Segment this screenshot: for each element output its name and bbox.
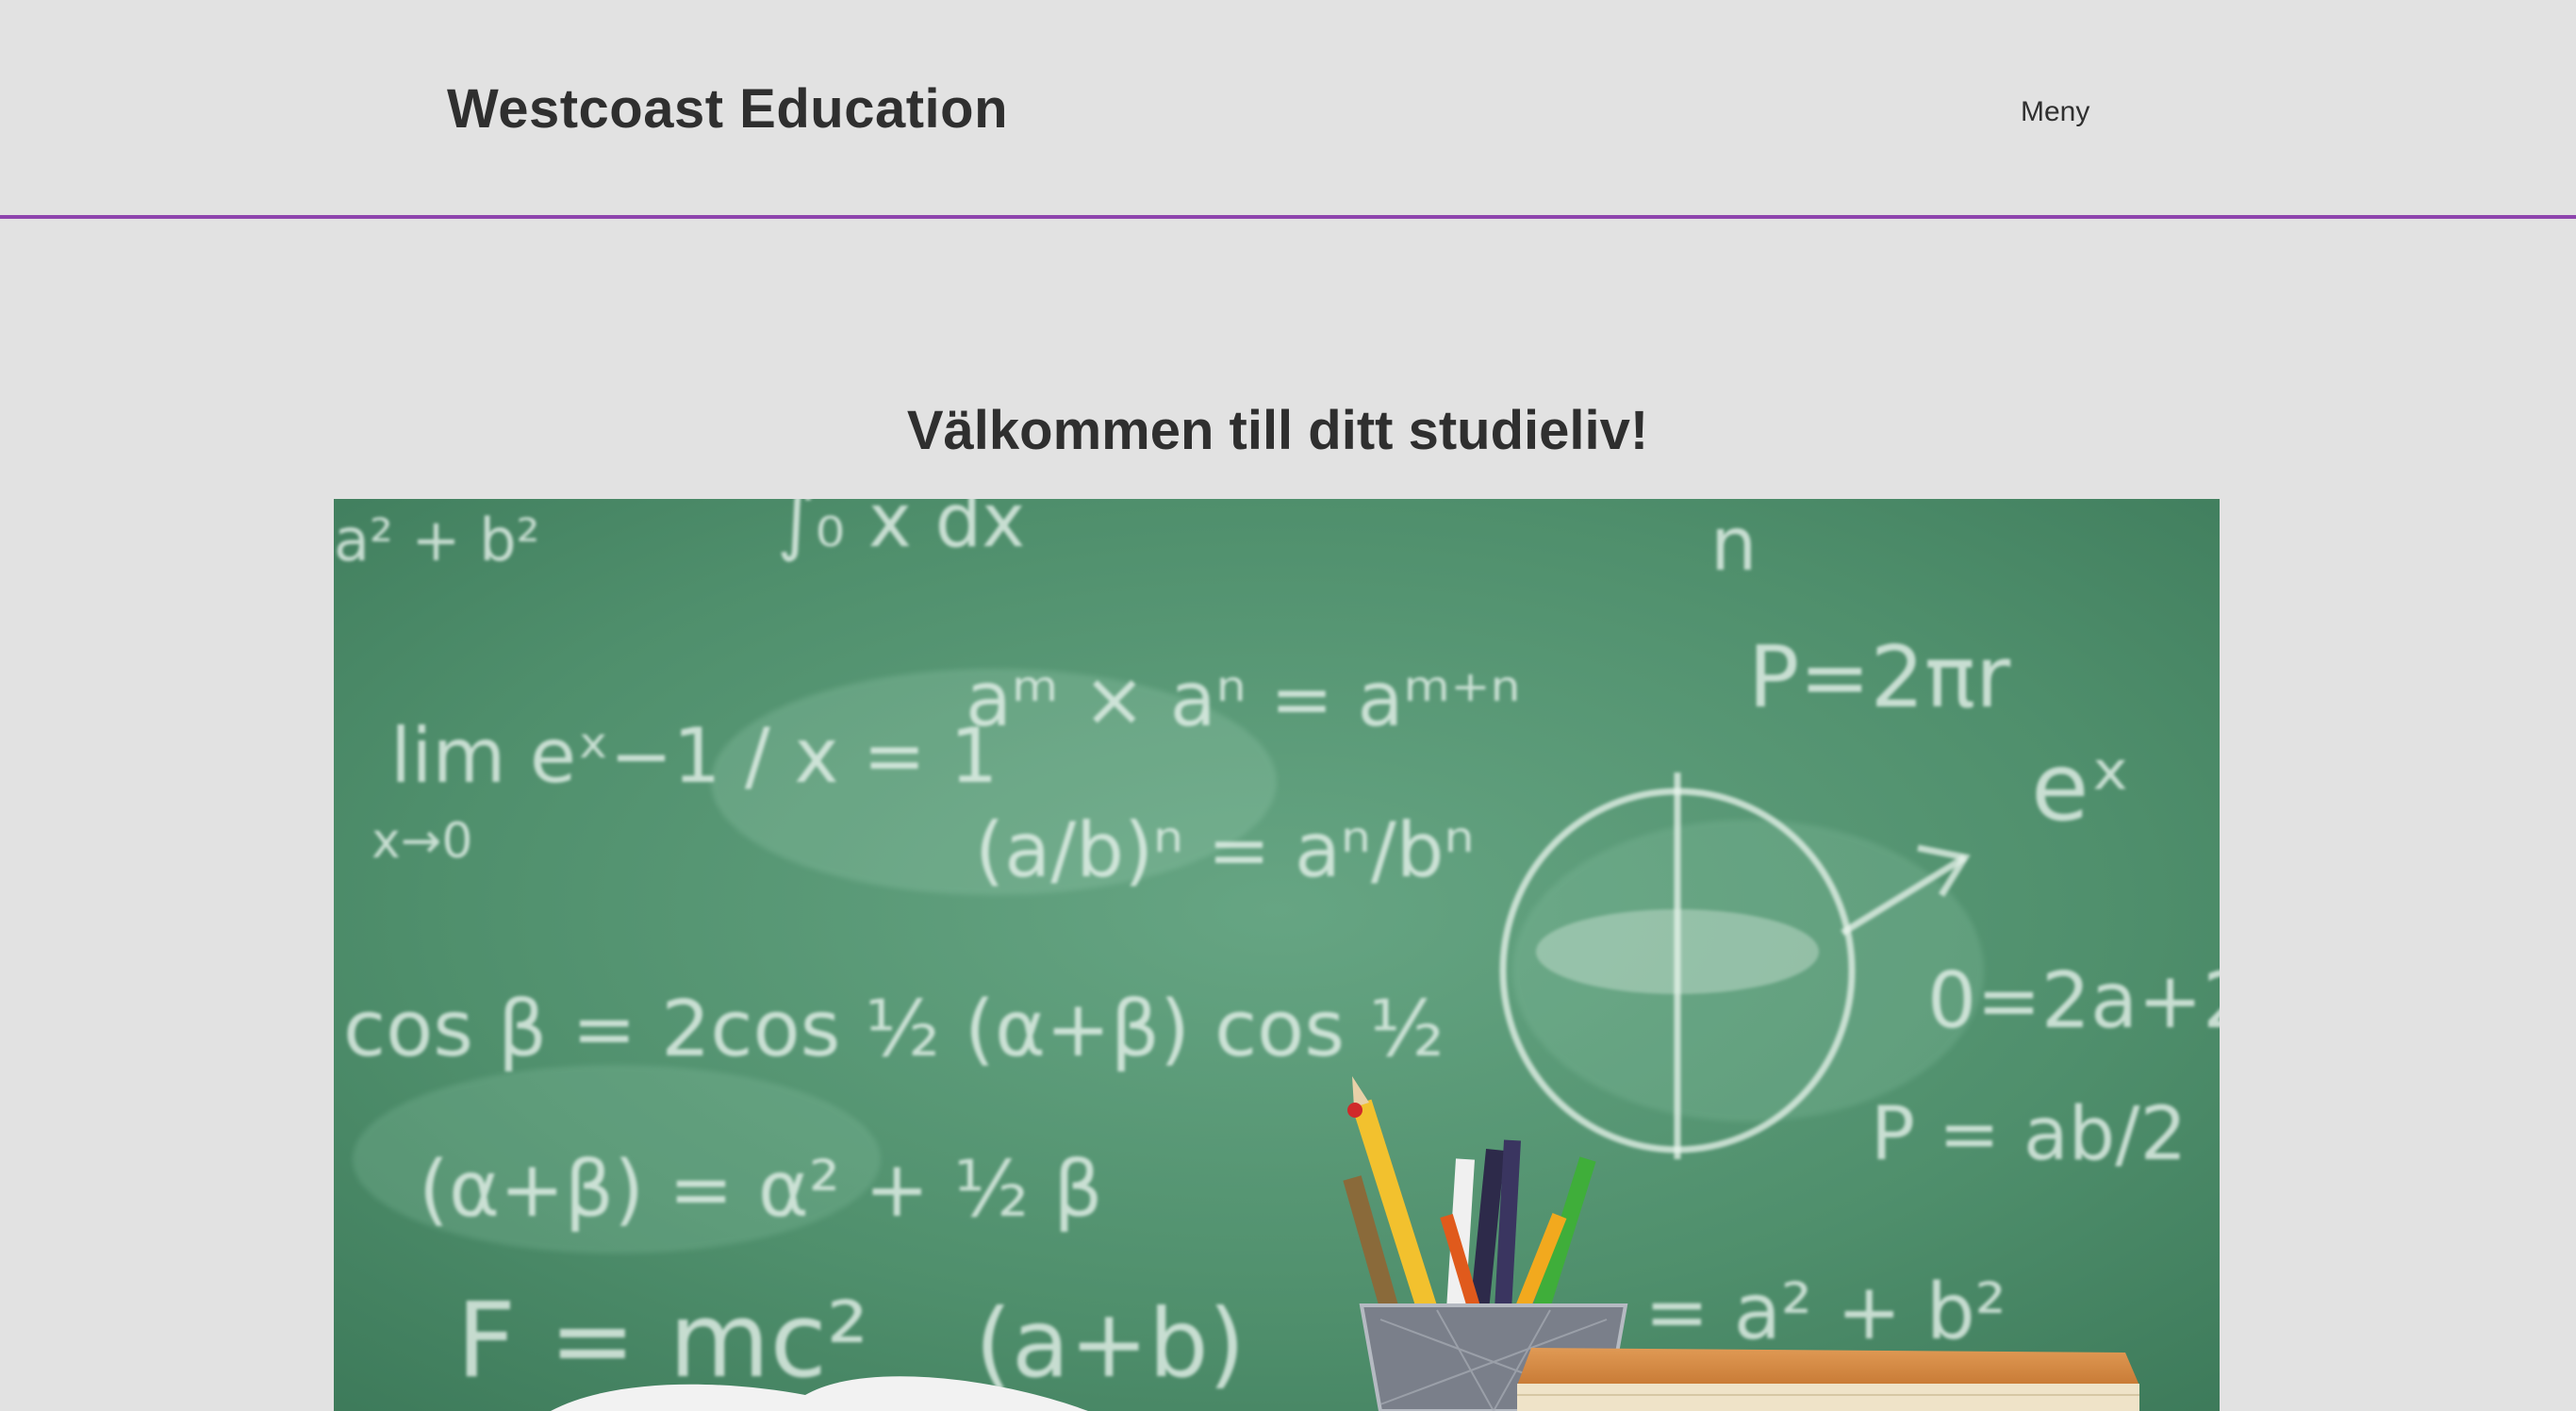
hero-image: a² + b² ∫₀ x dx n lim eˣ−1 / x = 1 x→0 a… [334,499,2220,1411]
formula-1: ∫₀ x dx [777,499,1025,564]
formula-0: a² + b² [334,506,539,574]
site-brand-link[interactable]: Westcoast Education [447,77,1008,141]
formula-14: (a+b) [975,1288,1246,1399]
menu-button[interactable]: Meny [2021,96,2089,128]
book [1517,1348,2139,1411]
formula-8: (a/b)ⁿ = aⁿ/bⁿ [975,806,1474,894]
formula-3: lim eˣ−1 / x = 1 [390,712,998,800]
formula-12: P = ab/2 [1871,1092,2187,1177]
formula-11: (α+β) = α² + ½ β [419,1145,1103,1235]
formula-6: P=2πr [1748,628,2010,727]
page-headline: Välkommen till ditt studieliv! [906,399,1649,461]
formula-10: 0=2a+2 [1927,956,2220,1046]
formula-15: = a² + b² [1644,1268,2006,1357]
formula-5: aᵐ × aⁿ = aᵐ⁺ⁿ [966,656,1521,743]
site-header: Westcoast Education Meny [0,0,2576,219]
formula-13: F = mc² [456,1280,868,1401]
formula-4: x→0 [372,813,472,870]
formula-9: cos β = 2cos ½ (α+β) cos ½ [343,985,1445,1074]
formula-2: n [1710,503,1757,588]
formula-7: eˣ [2031,732,2131,842]
